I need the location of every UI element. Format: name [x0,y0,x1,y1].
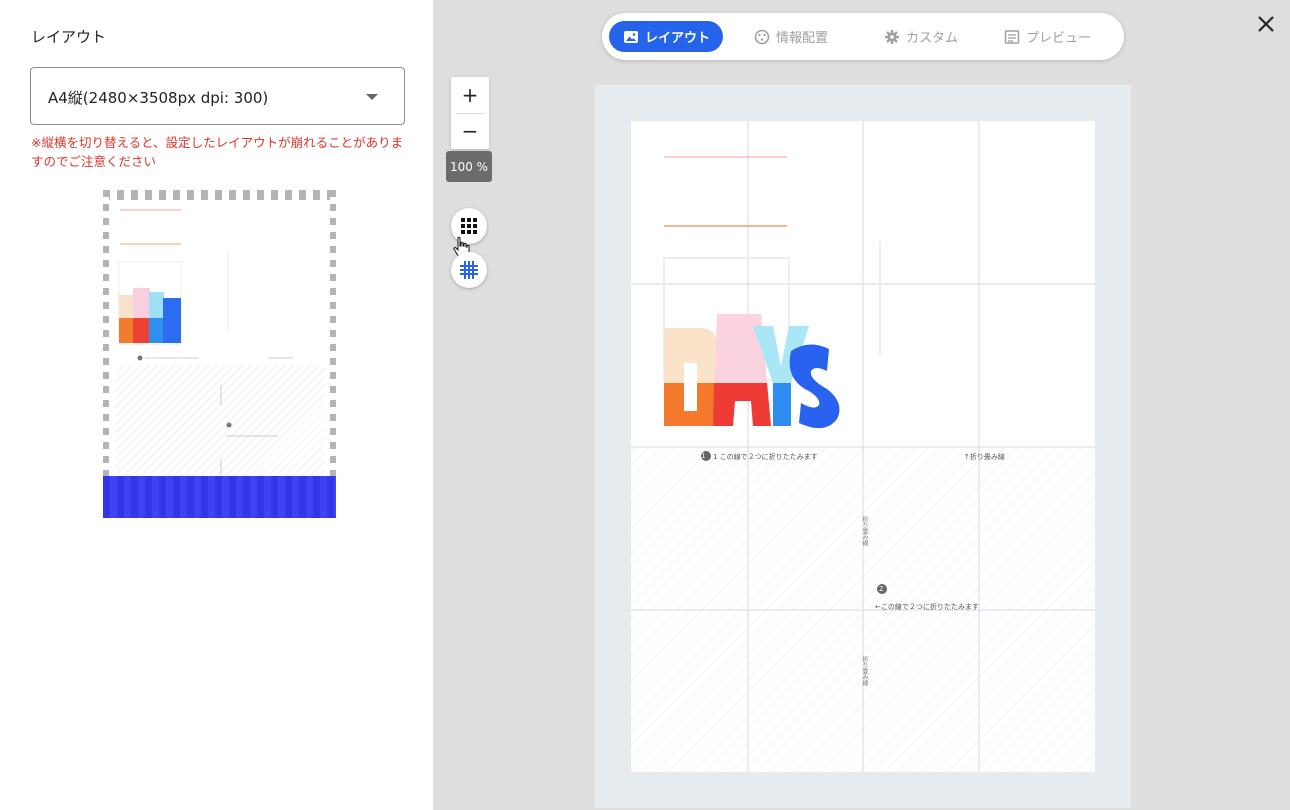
zoom-out-button[interactable]: − [451,113,489,148]
layout-size-value: A4縦(2480×3508px dpi: 300) [48,89,269,107]
tab-layout-label: レイアウト [645,31,711,46]
grid-dots-icon [461,218,477,234]
thumbnail-selected-band [103,476,336,518]
mode-tabs: レイアウト 情報配置 カスタム プレビュー [602,13,1124,60]
zoom-in-button[interactable]: + [451,77,489,112]
canvas-page[interactable]: 1 1 この線で２つに折りたたみます ↑折り畳み線 2 ←この線で２つに折りたた… [631,121,1095,772]
layout-thumbnail[interactable] [103,190,336,518]
fold-vertical-label-2: 折り畳み線 [861,656,868,686]
tab-preview[interactable]: プレビュー [1004,21,1114,52]
fold-guide-label: ↑折り畳み線 [964,453,1005,461]
tab-preview-label: プレビュー [1026,31,1092,46]
zoom-controls: + − [451,77,489,149]
panel-title: レイアウト [31,28,107,46]
thumbnail-artwork [118,209,293,475]
tab-info-placement[interactable]: 情報配置 [754,21,854,52]
canvas-area[interactable]: 1 1 この線で２つに折りたたみます ↑折り畳み線 2 ←この線で２つに折りたた… [595,85,1131,808]
tab-info-placement-label: 情報配置 [776,31,829,46]
grid-lines-button[interactable] [451,252,487,288]
dropdown-caret-icon [366,94,378,100]
step-1-marker: 1 [701,452,706,460]
days-logo [664,314,840,429]
fold-instruction-1: 1 この線で２つに折りたたみます [713,453,818,461]
hash-grid-icon [460,261,478,279]
step-2-marker: 2 [879,585,884,593]
fold-vertical-label-1: 折り畳み線 [861,516,868,546]
tab-custom-label: カスタム [906,31,959,46]
tab-layout[interactable]: レイアウト [609,21,723,52]
puzzle-icon [754,29,770,44]
preview-icon [1004,29,1020,44]
orientation-warning: ※縦横を切り替えると、設定したレイアウトが崩れることがありますのでご注意ください [31,135,404,169]
layout-size-select[interactable]: A4縦(2480×3508px dpi: 300) [30,67,405,125]
tab-custom[interactable]: カスタム [884,21,984,52]
layout-panel: レイアウト A4縦(2480×3508px dpi: 300) ※縦横を切り替え… [0,0,433,810]
image-icon [624,30,638,43]
gear-icon [885,29,899,44]
fold-instruction-2: ←この線で２つに折りたたみます [875,603,979,611]
close-icon[interactable] [1254,12,1278,36]
zoom-level-badge: 100 % [446,151,492,182]
